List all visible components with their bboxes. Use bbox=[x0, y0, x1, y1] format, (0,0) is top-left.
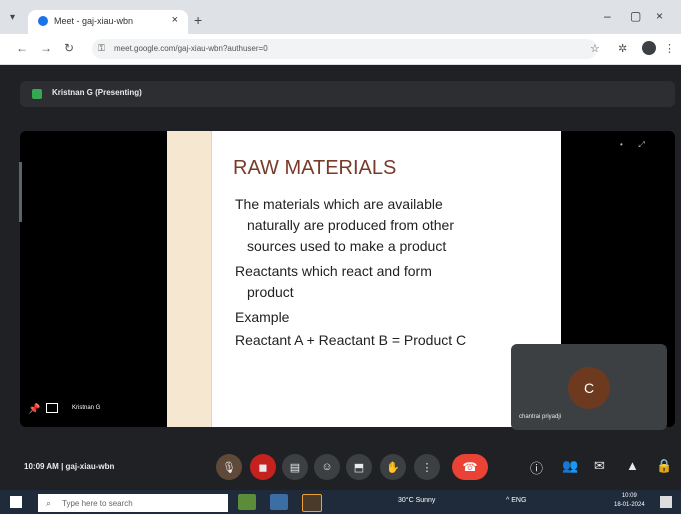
taskbar-date: 18-01-2024 bbox=[614, 502, 645, 508]
people-icon[interactable]: 👥 bbox=[562, 458, 578, 474]
participant-name: chantrai priyadji bbox=[519, 414, 562, 420]
activities-icon[interactable]: ▲ bbox=[626, 458, 639, 473]
reload-icon[interactable]: ↻ bbox=[64, 41, 74, 55]
slide-line: Reactants which react and form bbox=[235, 263, 432, 279]
slide-line: The materials which are available bbox=[235, 196, 443, 212]
browser-tab[interactable]: Meet - gaj-xiau-wbn × bbox=[28, 10, 188, 34]
back-icon[interactable]: ← bbox=[16, 41, 28, 55]
meeting-time: 10:09 AM bbox=[24, 462, 59, 471]
extensions-icon[interactable]: ✲ bbox=[618, 42, 627, 55]
taskbar-app-icon[interactable] bbox=[238, 494, 256, 510]
minimize-icon[interactable]: – bbox=[604, 9, 611, 23]
camera-icon[interactable]: ◼ bbox=[250, 454, 276, 480]
slide-line: product bbox=[247, 284, 294, 300]
mic-icon[interactable]: 🎙 bbox=[216, 454, 242, 480]
pin-icon[interactable]: 📌 bbox=[28, 404, 40, 415]
end-call-icon[interactable]: ☎ bbox=[452, 454, 488, 480]
info-icon[interactable]: ⓘ bbox=[530, 458, 543, 477]
taskbar-weather[interactable]: 30°C Sunny bbox=[398, 497, 435, 504]
presenter-tile-name: Kristnan G bbox=[72, 405, 101, 411]
taskbar-search[interactable]: ⌕ Type here to search bbox=[38, 494, 228, 512]
hand-icon[interactable]: ✋ bbox=[380, 454, 406, 480]
slide-line: naturally are produced from other bbox=[247, 217, 454, 233]
forward-icon[interactable]: → bbox=[40, 41, 52, 55]
meeting-time-and-code: 10:09 AM | gaj-xiau-wbn bbox=[24, 462, 114, 471]
meeting-code: gaj-xiau-wbn bbox=[65, 462, 115, 471]
new-tab-icon[interactable]: + bbox=[194, 12, 202, 28]
notification-icon[interactable] bbox=[660, 496, 672, 508]
stage-scroll-handle[interactable] bbox=[19, 162, 22, 222]
captions-icon[interactable]: ▤ bbox=[282, 454, 308, 480]
star-icon[interactable]: ☆ bbox=[590, 42, 600, 55]
url-text: meet.google.com/gaj-xiau-wbn?authuser=0 bbox=[114, 44, 268, 53]
maximize-icon[interactable]: ▢ bbox=[630, 9, 641, 23]
slide-line: Example bbox=[235, 309, 290, 325]
chrome-favicon bbox=[38, 16, 48, 26]
slide-line: Reactant A + Reactant B = Product C bbox=[235, 332, 467, 348]
more-options-icon[interactable]: ⋮ bbox=[414, 454, 440, 480]
taskbar-search-placeholder: Type here to search bbox=[62, 499, 133, 508]
participant-avatar: C bbox=[568, 367, 610, 409]
slide-line: sources used to make a product bbox=[247, 238, 447, 254]
more-icon[interactable]: ⋮ bbox=[664, 42, 675, 55]
window-close-icon[interactable]: × bbox=[656, 9, 663, 23]
presenting-icon bbox=[32, 89, 42, 99]
screen-share-icon bbox=[46, 403, 58, 413]
slide-title: RAW MATERIALS bbox=[233, 157, 397, 179]
taskbar-time: 10:09 bbox=[621, 493, 637, 499]
taskbar-clock[interactable]: 10:09 18-01-2024 bbox=[614, 492, 645, 510]
taskbar-app-icon[interactable] bbox=[270, 494, 288, 510]
emoji-icon[interactable]: ☺ bbox=[314, 454, 340, 480]
slide-decoration bbox=[167, 131, 212, 427]
windows-icon[interactable] bbox=[10, 496, 22, 508]
close-tab-icon[interactable]: × bbox=[172, 14, 178, 26]
taskbar-chrome-icon[interactable] bbox=[302, 494, 322, 512]
tab-search-icon[interactable]: ▾ bbox=[10, 12, 15, 23]
address-bar[interactable]: ⚿ meet.google.com/gaj-xiau-wbn?authuser=… bbox=[92, 39, 597, 59]
site-info-icon[interactable]: ⚿ bbox=[98, 43, 105, 54]
search-icon: ⌕ bbox=[46, 498, 52, 508]
stage-options-icon[interactable]: • ⤢ bbox=[620, 140, 645, 150]
presenting-label: Kristnan G (Presenting) bbox=[52, 88, 142, 97]
profile-avatar[interactable] bbox=[642, 41, 656, 55]
host-controls-icon[interactable]: 🔒 bbox=[656, 458, 672, 474]
present-icon[interactable]: ⬒ bbox=[346, 454, 372, 480]
tab-title: Meet - gaj-xiau-wbn bbox=[54, 16, 134, 26]
chat-icon[interactable]: ✉ bbox=[594, 458, 605, 474]
system-tray[interactable]: ^ ENG bbox=[506, 497, 526, 504]
